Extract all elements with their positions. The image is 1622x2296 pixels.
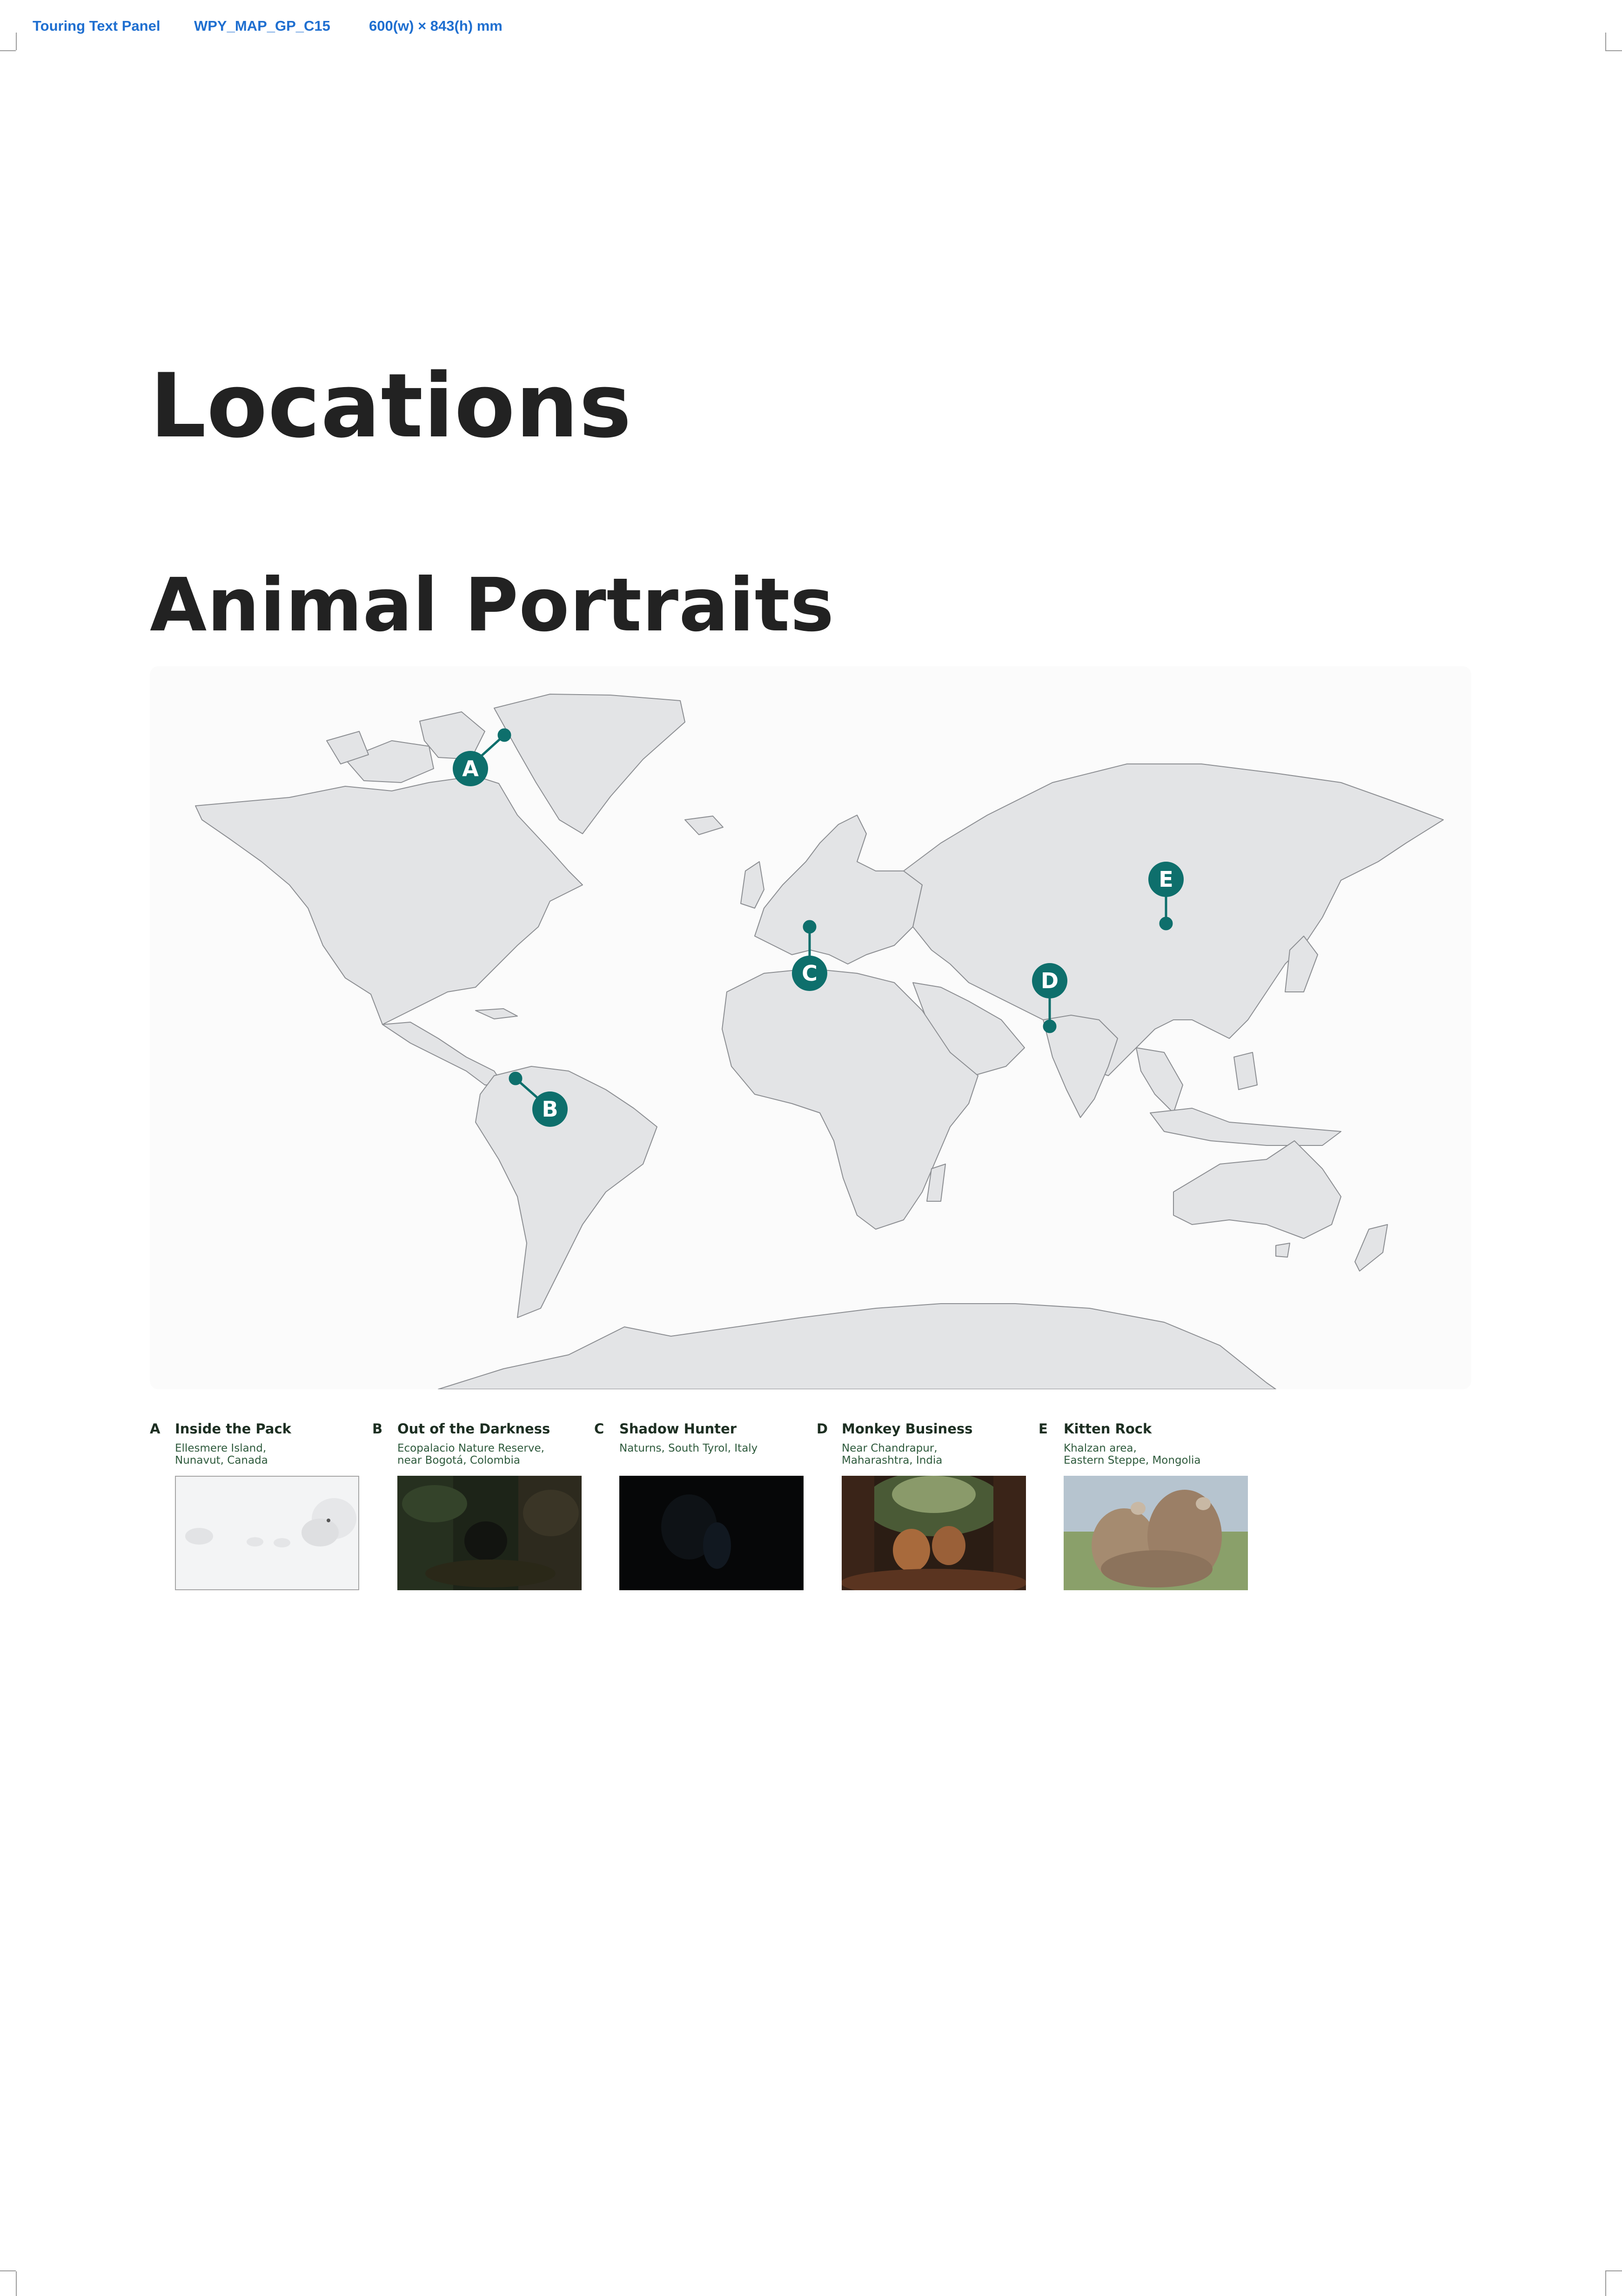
caption-title: Out of the Darkness	[397, 1421, 550, 1437]
caption-location: Ecopalacio Nature Reserve, near Bogotá, C…	[397, 1442, 583, 1466]
dark-night-photo[interactable]	[619, 1476, 804, 1590]
marker-a-point	[497, 728, 511, 742]
caption-title: Shadow Hunter	[619, 1421, 737, 1437]
caption-letter: E	[1039, 1421, 1048, 1437]
caption-location: Naturns, South Tyrol, Italy	[619, 1442, 805, 1454]
crop-mark-bottom-left	[0, 2270, 16, 2271]
land-europe	[754, 815, 923, 964]
marker-b-point	[509, 1071, 523, 1085]
caption-location: Khalzan area, Eastern Steppe, Mongolia	[1064, 1442, 1250, 1466]
caption-location-line: Naturns, South Tyrol, Italy	[619, 1442, 758, 1454]
marker-b-letter: B	[542, 1097, 558, 1122]
land-iceland	[684, 816, 724, 835]
marker-c-point	[803, 920, 817, 934]
caption-letter: D	[817, 1421, 828, 1437]
caption-title: Monkey Business	[842, 1421, 973, 1437]
langur-monkeys-photo[interactable]	[842, 1476, 1026, 1590]
caption-letter: C	[594, 1421, 604, 1437]
land-caribbean	[475, 1008, 518, 1019]
land-philippines	[1233, 1052, 1258, 1090]
crop-mark-top-right-v	[1605, 33, 1606, 50]
land-southeast-asia	[1136, 1047, 1183, 1113]
land-greenland	[494, 694, 685, 834]
caption-location-line: Khalzan area,	[1064, 1442, 1137, 1454]
crop-mark-top-left	[0, 50, 16, 51]
land-british-isles	[740, 861, 764, 909]
world-map: A B C D E	[150, 666, 1471, 1389]
caption-title: Inside the Pack	[175, 1421, 291, 1437]
land-antarctica	[438, 1303, 1276, 1389]
land-australia	[1173, 1140, 1341, 1239]
slug-panel-name: Touring Text Panel	[33, 18, 161, 34]
crop-mark-bottom-right	[1605, 2270, 1622, 2271]
crop-mark-bottom-left-v	[16, 2271, 17, 2296]
forest-animal-photo[interactable]	[397, 1476, 582, 1590]
caption-location-line: Nunavut, Canada	[175, 1454, 268, 1466]
land-north-america	[195, 776, 583, 1025]
caption-location-line: Maharashtra, India	[842, 1454, 943, 1466]
marker-e-point	[1159, 917, 1173, 930]
crop-mark-top-right	[1605, 50, 1622, 51]
marker-d-letter: D	[1041, 968, 1059, 993]
slug-code: WPY_MAP_GP_C15	[194, 18, 330, 34]
crop-mark-bottom-right-v	[1605, 2271, 1606, 2296]
section-title: Animal Portraits	[150, 562, 835, 648]
marker-d-point	[1043, 1019, 1057, 1033]
caption-location-line: Near Chandrapur,	[842, 1442, 938, 1454]
land-central-america	[382, 1022, 504, 1085]
caption-location-line: Ellesmere Island,	[175, 1442, 267, 1454]
page-title: Locations	[150, 355, 632, 457]
caption-location-line: Eastern Steppe, Mongolia	[1064, 1454, 1201, 1466]
caption-title: Kitten Rock	[1064, 1421, 1152, 1437]
caption-location-line: near Bogotá, Colombia	[397, 1454, 520, 1466]
caption-letter: B	[372, 1421, 383, 1437]
slug-size: 600(w) × 843(h) mm	[369, 18, 503, 34]
marker-c-letter: C	[802, 961, 818, 986]
caption-letter: A	[150, 1421, 161, 1437]
crop-mark-top-left-v	[16, 33, 17, 50]
land-indonesia	[1150, 1108, 1341, 1146]
caption-location: Ellesmere Island, Nunavut, Canada	[175, 1442, 361, 1466]
manul-kittens-photo[interactable]	[1064, 1476, 1248, 1590]
arctic-wolves-photo[interactable]	[175, 1476, 359, 1590]
caption-location-line: Ecopalacio Nature Reserve,	[397, 1442, 544, 1454]
marker-e-letter: E	[1159, 867, 1173, 892]
land-new-zealand	[1354, 1224, 1388, 1272]
world-map-graphic: A B C D E	[195, 694, 1444, 1389]
land-tasmania	[1275, 1243, 1290, 1258]
caption-location: Near Chandrapur, Maharashtra, India	[842, 1442, 1028, 1466]
marker-a-letter: A	[462, 756, 479, 781]
